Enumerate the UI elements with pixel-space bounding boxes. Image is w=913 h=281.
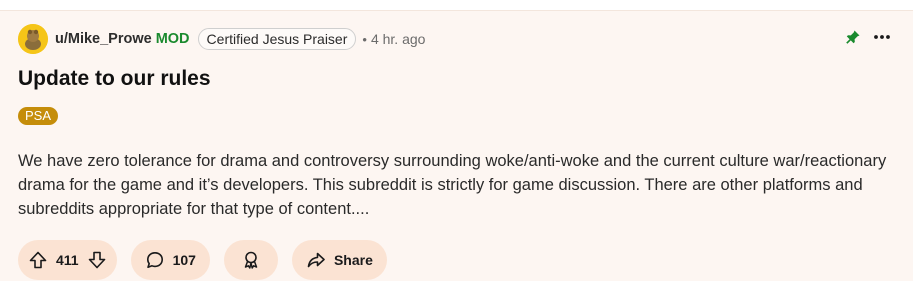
- post-title[interactable]: Update to our rules: [18, 67, 211, 91]
- downvote-icon[interactable]: [87, 250, 107, 270]
- share-button[interactable]: Share: [291, 240, 387, 280]
- share-icon: [306, 250, 326, 270]
- award-button[interactable]: [223, 240, 278, 280]
- separator-dot: •: [362, 31, 367, 47]
- author-link[interactable]: u/Mike_Prowe: [55, 31, 152, 47]
- pin-icon: [845, 29, 861, 45]
- post-card[interactable]: u/Mike_Prowe MOD Certified Jesus Praiser…: [0, 10, 913, 281]
- user-flair: Certified Jesus Praiser: [197, 28, 357, 50]
- share-label: Share: [333, 252, 373, 268]
- upvote-icon[interactable]: [28, 250, 48, 270]
- comments-button[interactable]: 107: [130, 240, 210, 280]
- post-meta: u/Mike_Prowe MOD Certified Jesus Praiser…: [18, 24, 425, 54]
- post-time: 4 hr. ago: [370, 31, 426, 47]
- post-flair[interactable]: PSA: [18, 107, 59, 125]
- mod-badge: MOD: [155, 31, 190, 47]
- comment-icon: [145, 250, 165, 270]
- action-bar: 411 107 Share: [18, 240, 387, 280]
- award-icon: [241, 250, 261, 270]
- post-top-actions: [845, 29, 891, 45]
- more-options-icon[interactable]: [873, 29, 891, 45]
- comment-count: 107: [172, 252, 196, 268]
- vote-control: 411: [18, 240, 117, 280]
- vote-count: 411: [56, 252, 79, 268]
- post-body: We have zero tolerance for drama and con…: [18, 152, 887, 218]
- avatar[interactable]: [18, 24, 48, 54]
